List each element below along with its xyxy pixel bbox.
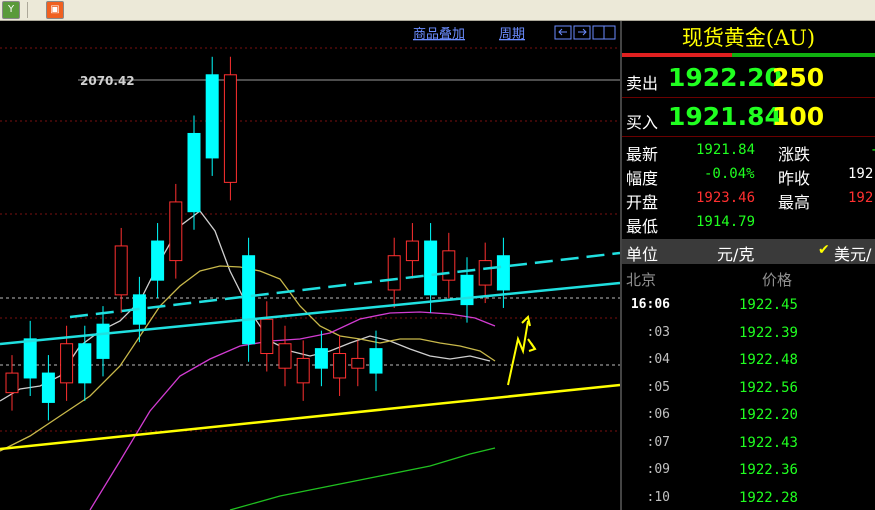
currency-option[interactable]: 美元/	[834, 241, 871, 265]
candle-down	[242, 255, 256, 345]
instrument-title: 现货黄金(AU)	[681, 26, 816, 50]
amplitude-label: 幅度	[626, 169, 659, 188]
title-bar-green	[732, 53, 875, 57]
low-value: 1914.79	[696, 214, 756, 230]
candle-up	[478, 260, 492, 286]
tick-time: :07	[646, 434, 670, 450]
high-value: 192	[848, 190, 874, 206]
tick-price: 1922.39	[738, 324, 798, 341]
overlay-link[interactable]: 商品叠加	[413, 27, 465, 42]
toolbar: Y ▣	[0, 0, 875, 21]
tick-time: :04	[646, 352, 670, 367]
arrow-annotation	[507, 315, 537, 386]
period-link[interactable]: 周期	[499, 27, 525, 42]
candle-up	[278, 343, 292, 369]
sell-label: 卖出	[626, 74, 659, 93]
candle-down	[496, 255, 510, 291]
candle-up	[5, 372, 19, 394]
toolbar-y-button[interactable]: Y	[2, 1, 20, 19]
tick-price: 1922.20	[738, 407, 798, 423]
sell-volume: 250	[772, 63, 825, 92]
tick-price: 1922.56	[738, 379, 798, 396]
latest-value: 1921.84	[696, 142, 756, 158]
prev-close-value: 192	[848, 166, 874, 182]
divider	[622, 97, 875, 98]
tick-time: :06	[646, 407, 670, 422]
tick-time: :03	[646, 324, 670, 340]
tick-time: :10	[646, 489, 670, 505]
candle-up	[60, 343, 74, 384]
candle-down	[78, 343, 92, 384]
candle-down	[187, 132, 201, 213]
tick-time: :09	[646, 462, 670, 477]
low-label: 最低	[626, 217, 659, 236]
unit-value[interactable]: 元/克	[717, 241, 754, 265]
trendline-cyan-solid	[0, 281, 620, 346]
candle-down	[205, 74, 219, 159]
checkmark-icon: ✔	[818, 242, 830, 258]
divider	[622, 136, 875, 137]
toolbar-divider	[27, 2, 28, 18]
candle-down	[96, 323, 110, 359]
change-value: -	[870, 142, 875, 158]
buy-label: 买入	[626, 113, 659, 132]
latest-label: 最新	[626, 145, 659, 164]
candle-up	[223, 74, 237, 183]
trendline-yellow-support	[0, 383, 620, 451]
candle-up	[296, 357, 310, 384]
ma-line-green	[229, 447, 496, 510]
tick-price: 1922.43	[738, 434, 798, 451]
title-bar-red	[622, 53, 732, 57]
high-label: 最高	[778, 193, 811, 212]
toolbar-grid-button[interactable]: ▣	[46, 1, 64, 19]
tick-price: 1922.48	[738, 352, 798, 368]
candle-up	[169, 201, 183, 262]
quote-panel: 现货黄金(AU) 卖出 1922.20 250 买入 1921.84 100 最…	[622, 21, 875, 510]
buy-price: 1921.84	[668, 102, 782, 131]
candle-up	[405, 240, 419, 262]
tick-price: 1922.45	[738, 297, 798, 313]
candle-up	[333, 353, 347, 379]
buy-volume: 100	[772, 102, 825, 131]
tick-price: 1922.36	[738, 462, 798, 478]
grid-lines	[0, 47, 620, 432]
candle-up	[351, 357, 365, 369]
amplitude-value: -0.04%	[704, 166, 755, 182]
candle-up	[114, 245, 128, 296]
candle-up	[442, 250, 456, 281]
kline-chart[interactable]: 商品叠加 周期 2070.42	[0, 21, 620, 510]
sell-price: 1922.20	[668, 63, 782, 92]
candle-down	[460, 274, 474, 306]
candle-down	[314, 348, 328, 369]
unit-bar: 单位 元/克 ✔ 美元/	[622, 239, 875, 264]
candle-down	[41, 372, 55, 403]
tick-time: :05	[646, 379, 670, 395]
change-label: 涨跌	[778, 145, 811, 164]
candles	[5, 56, 510, 421]
candle-down	[424, 240, 438, 296]
max-price-label: 2070.42	[80, 74, 135, 88]
candle-up	[387, 255, 401, 291]
candle-down	[23, 338, 37, 379]
tick-time: 16:06	[630, 297, 670, 312]
view-buttons	[554, 25, 616, 40]
open-value: 1923.46	[696, 190, 756, 206]
tick-price: 1922.28	[738, 489, 798, 506]
candle-down	[369, 348, 383, 374]
candle-up	[260, 318, 274, 355]
ticks-city-header: 北京	[626, 271, 657, 289]
unit-label: 单位	[626, 245, 659, 264]
candle-down	[151, 240, 165, 281]
ticks-price-header: 价格	[762, 271, 793, 289]
open-label: 开盘	[626, 193, 659, 212]
prev-close-label: 昨收	[778, 169, 811, 188]
